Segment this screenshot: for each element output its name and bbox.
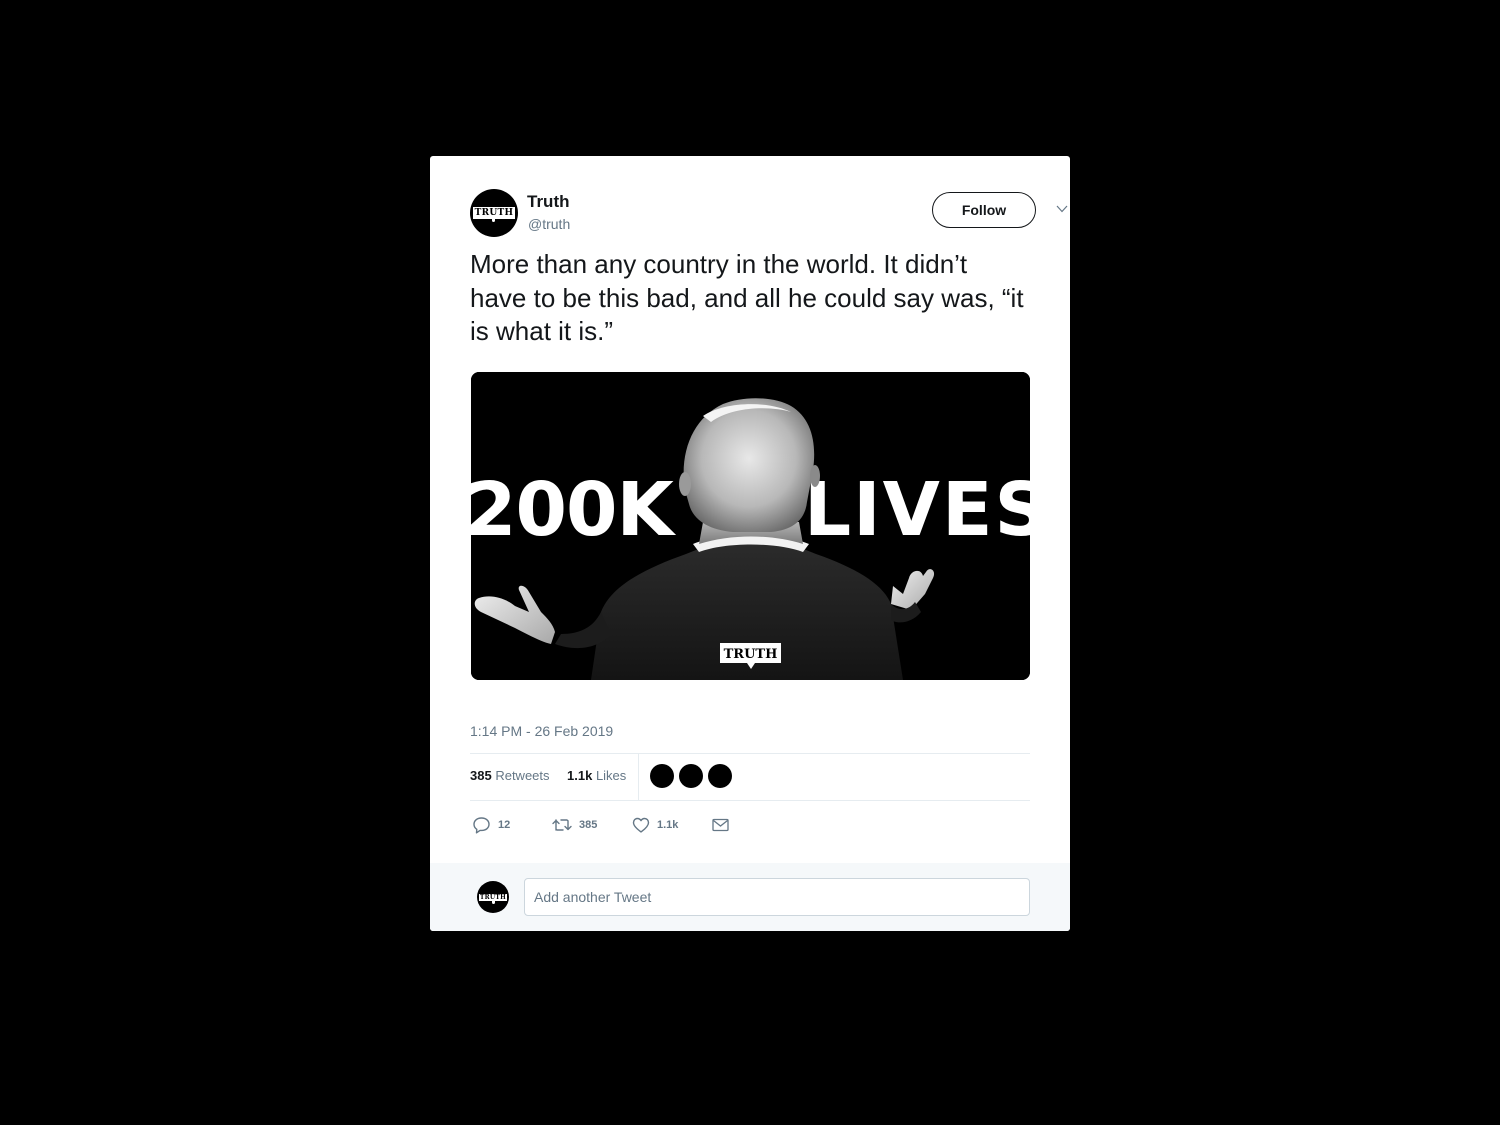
tweet-timestamp[interactable]: 1:14 PM - 26 Feb 2019 <box>470 723 613 739</box>
retweet-icon <box>552 819 572 831</box>
chevron-down-icon[interactable] <box>1055 202 1069 216</box>
reply-bar: TRUTH <box>430 863 1070 931</box>
like-button[interactable]: 1.1k <box>632 815 678 835</box>
message-button[interactable] <box>712 815 729 835</box>
retweets-stat-count: 385 <box>470 768 492 783</box>
like-count: 1.1k <box>657 819 679 831</box>
reply-icon <box>473 817 490 834</box>
avatar[interactable]: TRUTH <box>470 189 518 237</box>
retweets-stat[interactable]: 385 Retweets <box>470 768 550 783</box>
likes-stat-label: Likes <box>595 768 627 783</box>
svg-text:TRUTH: TRUTH <box>724 647 778 662</box>
liker-avatar[interactable] <box>708 764 732 788</box>
retweets-stat-label: Retweets <box>495 768 550 783</box>
divider <box>470 800 1030 801</box>
account-handle[interactable]: @truth <box>528 216 570 232</box>
truth-logo: TRUTH <box>478 893 508 904</box>
liker-avatar[interactable] <box>650 764 674 788</box>
message-icon <box>712 818 729 832</box>
headline-200k: 200K <box>471 467 676 553</box>
headline-lives: LIVES <box>804 467 1030 553</box>
retweet-button[interactable]: 385 <box>552 815 597 835</box>
tweet-image[interactable]: 200K LIVES TRUTH <box>471 372 1030 680</box>
tweet-actions: 12 385 1.1k <box>470 811 1030 841</box>
follow-button[interactable]: Follow <box>932 192 1036 228</box>
like-icon <box>632 817 650 833</box>
tweet-text: More than any country in the world. It d… <box>470 249 1024 346</box>
tweet-stats: 385 Retweets 1.1k Likes <box>470 754 1030 800</box>
tweet-card: TRUTH Truth @truth Follow More than any … <box>430 156 1070 931</box>
likes-stat[interactable]: 1.1k Likes <box>567 768 626 783</box>
reply-input[interactable] <box>524 878 1030 916</box>
truth-logo: TRUTH <box>472 207 516 222</box>
tweet-header: TRUTH Truth @truth Follow <box>470 188 1068 238</box>
liker-avatar[interactable] <box>679 764 703 788</box>
reply-avatar: TRUTH <box>477 881 509 913</box>
reply-count: 12 <box>498 819 511 831</box>
retweet-count: 385 <box>579 819 598 831</box>
reply-button[interactable]: 12 <box>472 815 510 835</box>
stats-separator <box>638 754 639 800</box>
account-name[interactable]: Truth <box>527 192 570 212</box>
likes-stat-count: 1.1k <box>567 768 593 783</box>
